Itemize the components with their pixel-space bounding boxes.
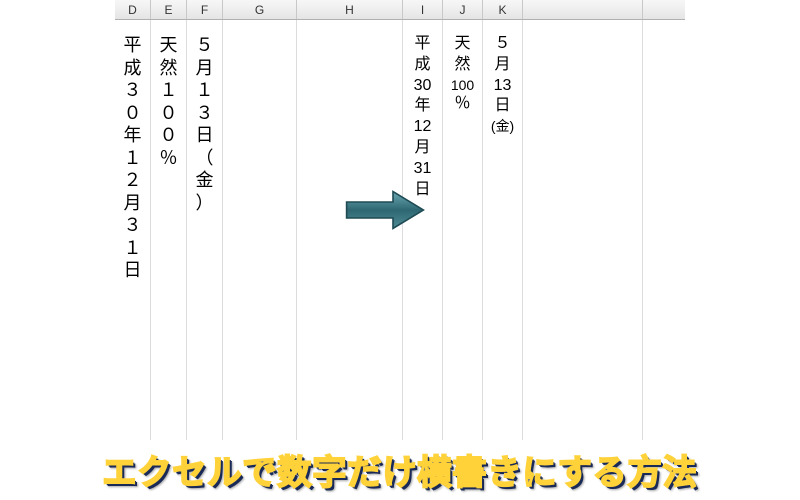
col-header-F[interactable]: F <box>187 0 223 19</box>
cell-K[interactable]: ５ 月 13 日 (金) <box>483 20 523 440</box>
after-weekday-text: ５ 月 13 日 (金) <box>491 34 514 440</box>
after-date-text: 平 成 30 年 12 月 31 日 <box>414 34 432 440</box>
col-header-E[interactable]: E <box>151 0 187 19</box>
col-header-H[interactable]: H <box>297 0 403 19</box>
cell-D[interactable]: 平 成 ３ ０ 年 １ ２ 月 ３ １ 日 <box>115 20 151 440</box>
after-percent-text: 天 然 100 ％ <box>451 34 474 440</box>
cell-rest <box>523 20 643 440</box>
col-header-I[interactable]: I <box>403 0 443 19</box>
col-header-D[interactable]: D <box>115 0 151 19</box>
before-percent-text: 天 然 １ ０ ０ ％ <box>160 34 178 440</box>
col-header-K[interactable]: K <box>483 0 523 19</box>
column-headers: D E F G H I J K <box>115 0 685 20</box>
cell-G[interactable] <box>223 20 297 440</box>
col-header-G[interactable]: G <box>223 0 297 19</box>
cell-E[interactable]: 天 然 １ ０ ０ ％ <box>151 20 187 440</box>
cell-J[interactable]: 天 然 100 ％ <box>443 20 483 440</box>
caption-banner: エクセルで数字だけ横書きにする方法 <box>0 445 800 494</box>
cell-F[interactable]: ５ 月 １ ３ 日 （ 金 ） <box>187 20 223 440</box>
before-weekday-text: ５ 月 １ ３ 日 （ 金 ） <box>196 34 214 440</box>
caption-text: エクセルで数字だけ横書きにする方法 <box>102 454 697 492</box>
before-date-text: 平 成 ３ ０ 年 １ ２ 月 ３ １ 日 <box>124 34 142 440</box>
col-header-rest <box>523 0 643 19</box>
col-header-J[interactable]: J <box>443 0 483 19</box>
arrow-icon <box>345 190 425 230</box>
